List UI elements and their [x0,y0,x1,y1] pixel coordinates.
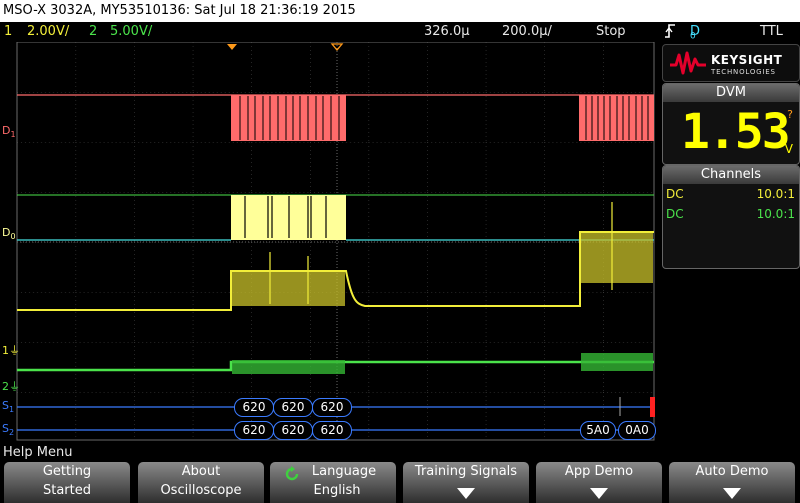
waveform-graticule [16,41,655,441]
s2-label[interactable]: S2 [2,422,14,437]
s2-packet[interactable]: 620 [312,421,352,440]
ground-icon: ⏚ [9,380,20,393]
channel-probe: 10.0:1 [756,207,795,221]
down-arrow-icon [457,488,475,499]
time-scale[interactable]: 200.0µ/ [502,22,552,42]
ch2-scale[interactable]: 5.00V/ [110,22,152,42]
ch2-number[interactable]: 2 [89,22,97,42]
channels-header: Channels [663,166,799,184]
ground-icon: ⏚ [9,344,20,357]
s2-packet[interactable]: 620 [273,421,313,440]
s2-packet[interactable]: 620 [234,421,274,440]
about-oscilloscope-softkey[interactable]: About Oscilloscope [138,462,264,503]
s2-packet[interactable]: 5A0 [580,421,616,440]
instrument-title: MSO-X 3032A, MY53510136: Sat Jul 18 21:3… [3,3,356,18]
s1-decode-row: 620 620 620 [234,398,354,417]
ch1-ground-marker[interactable]: 1⏚ [2,342,20,358]
status-bar: 1 2.00V/ 2 5.00V/ 326.0µ 200.0µ/ Stop D0… [0,22,800,42]
help-menu-label: Help Menu [0,444,800,462]
channel-coupling: DC [666,187,684,201]
brand-sub: TECHNOLOGIES [711,68,776,76]
run-state[interactable]: Stop [596,22,626,42]
dvm-panel[interactable]: DVM 1.53 V ? [662,83,800,165]
softkey-bar: Getting Started About Oscilloscope Langu… [0,462,800,503]
s2-decode-row: 620 620 620 5A0 0A0 [234,421,658,440]
s1-packet[interactable]: 620 [312,398,352,417]
down-arrow-icon [590,488,608,499]
channel-coupling: DC [666,207,684,221]
d0-label[interactable]: D0 [2,226,16,241]
channels-panel[interactable]: Channels DC 10.0:1 DC 10.0:1 [662,165,800,269]
brand-logo: KEYSIGHT TECHNOLOGIES [662,44,800,82]
dvm-value: 1.53 [681,104,791,160]
getting-started-softkey[interactable]: Getting Started [4,462,130,503]
dvm-header: DVM [663,84,799,102]
down-arrow-icon [723,488,741,499]
ch1-number[interactable]: 1 [4,22,12,42]
channel-row-1[interactable]: DC 10.0:1 [663,185,799,203]
s1-packet[interactable]: 620 [273,398,313,417]
ch1-scale[interactable]: 2.00V/ [27,22,69,42]
keysight-wave-logo-icon [670,51,706,75]
brand-name: KEYSIGHT [711,53,783,67]
s2-packet[interactable]: 0A0 [618,421,656,440]
ch2-ground-marker[interactable]: 2⏚ [2,378,20,394]
title-bar: MSO-X 3032A, MY53510136: Sat Jul 18 21:3… [0,0,800,22]
time-position[interactable]: 326.0µ [424,22,470,42]
auto-demo-softkey[interactable]: Auto Demo [669,462,795,503]
trigger-type[interactable]: TTL [760,22,783,42]
channel-probe: 10.0:1 [756,187,795,201]
channel-row-2[interactable]: DC 10.0:1 [663,205,799,223]
dvm-help-icon[interactable]: ? [787,108,793,121]
dvm-unit: V [784,142,793,156]
app-demo-softkey[interactable]: App Demo [536,462,662,503]
s1-packet[interactable]: 620 [234,398,274,417]
training-signals-softkey[interactable]: Training Signals [403,462,529,503]
language-softkey[interactable]: Language English [270,462,396,503]
right-info-panel: KEYSIGHT TECHNOLOGIES DVM 1.53 V ? Chann… [660,42,800,442]
waveform-display[interactable]: D1 D0 1⏚ 2⏚ S1 S2 620 620 620 620 620 62… [0,41,658,442]
d1-label[interactable]: D1 [2,124,16,139]
s1-label[interactable]: S1 [2,399,14,414]
